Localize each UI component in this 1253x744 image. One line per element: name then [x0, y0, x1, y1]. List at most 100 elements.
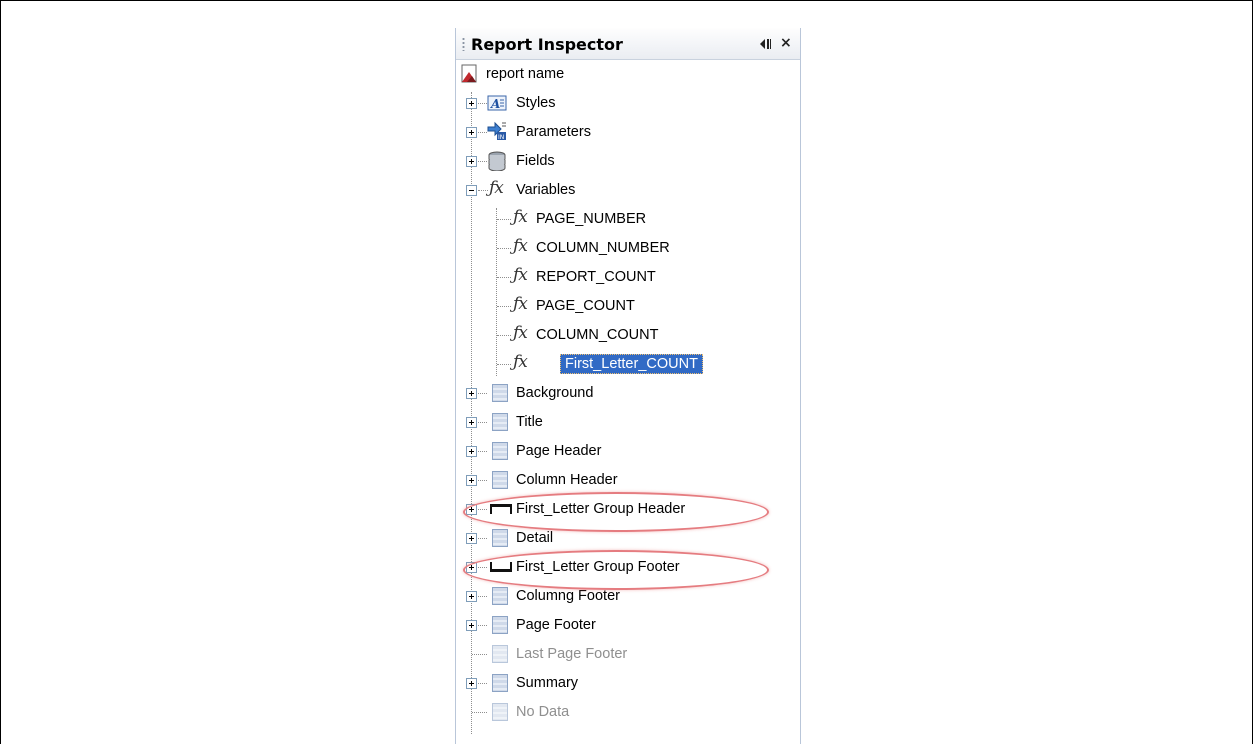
tree-line [497, 306, 511, 307]
tree-item-label: Variables [516, 182, 576, 198]
variable-item[interactable]: ƒx COLUMN_COUNT [456, 321, 800, 350]
tree-line [472, 712, 487, 713]
band-icon [492, 587, 508, 605]
band-icon [492, 442, 508, 460]
expand-icon[interactable] [466, 533, 477, 544]
svg-text:A: A [490, 97, 500, 111]
band-icon [492, 471, 508, 489]
variable-item[interactable]: ƒx PAGE_COUNT [456, 292, 800, 321]
tree-line [478, 625, 487, 626]
variable-label-selected: First_Letter_COUNT [560, 354, 703, 374]
band-icon [492, 384, 508, 402]
fx-icon: ƒx [513, 323, 528, 343]
variable-item[interactable]: ƒx PAGE_NUMBER [456, 205, 800, 234]
band-label: Detail [516, 530, 554, 546]
variable-label: PAGE_NUMBER [536, 211, 647, 227]
band-page-header[interactable]: Page Header [456, 437, 800, 466]
report-icon [461, 64, 477, 83]
band-icon [492, 703, 508, 721]
tree-item-label: Styles [516, 95, 556, 111]
tree-line [478, 132, 487, 133]
expand-icon[interactable] [466, 388, 477, 399]
tree-line [497, 335, 511, 336]
expand-icon[interactable] [466, 127, 477, 138]
band-label: Title [516, 414, 543, 430]
band-last-page-footer[interactable]: Last Page Footer [456, 640, 800, 669]
expand-icon[interactable] [466, 475, 477, 486]
tree-item-fields[interactable]: Fields [456, 147, 800, 176]
tree-line [497, 364, 511, 365]
drag-grip-icon[interactable] [462, 37, 465, 51]
band-label: Last Page Footer [516, 646, 628, 662]
tree-item-variables[interactable]: ƒx Variables [456, 176, 800, 205]
band-label: Background [516, 385, 594, 401]
tree-line [497, 219, 511, 220]
close-panel-button[interactable]: × [780, 36, 792, 50]
panel-title: Report Inspector [471, 35, 623, 54]
variable-item[interactable]: ƒx COLUMN_NUMBER [456, 234, 800, 263]
band-label: Column Header [516, 472, 618, 488]
tree-root-report[interactable]: report name [456, 60, 800, 89]
fx-icon: ƒx [513, 294, 528, 314]
band-label: Summary [516, 675, 579, 691]
tree-line [478, 393, 487, 394]
group-header-highlight [463, 492, 769, 532]
band-icon [492, 529, 508, 547]
variable-label: PAGE_COUNT [536, 298, 635, 314]
band-page-footer[interactable]: Page Footer [456, 611, 800, 640]
variable-item[interactable]: ƒx REPORT_COUNT [456, 263, 800, 292]
tree-line [478, 422, 487, 423]
band-icon [492, 645, 508, 663]
expand-icon[interactable] [466, 446, 477, 457]
band-label: Page Header [516, 443, 602, 459]
group-footer-highlight [463, 550, 769, 590]
tree-item-label: Parameters [516, 124, 591, 140]
fx-icon: ƒx [513, 236, 528, 256]
band-label: No Data [516, 704, 570, 720]
expand-icon[interactable] [466, 620, 477, 631]
fx-icon: ƒx [513, 207, 528, 227]
tree-line [497, 248, 511, 249]
tree-line [478, 190, 488, 191]
band-icon [492, 413, 508, 431]
expand-icon[interactable] [466, 417, 477, 428]
band-icon [492, 616, 508, 634]
band-background[interactable]: Background [456, 379, 800, 408]
tree-line [478, 596, 487, 597]
band-label: Page Footer [516, 617, 596, 633]
expand-icon[interactable] [466, 156, 477, 167]
variable-label: REPORT_COUNT [536, 269, 656, 285]
parameters-icon: IN [487, 121, 506, 141]
band-summary[interactable]: Summary [456, 669, 800, 698]
collapse-icon[interactable] [466, 185, 477, 196]
band-title[interactable]: Title [456, 408, 800, 437]
report-inspector-panel: Report Inspector × report name A Styles … [455, 28, 801, 744]
svg-text:IN: IN [498, 134, 504, 141]
tree-item-styles[interactable]: A Styles [456, 89, 800, 118]
panel-titlebar: Report Inspector × [456, 28, 800, 60]
tree-line [478, 683, 487, 684]
tree-item-label: Fields [516, 153, 555, 169]
fx-icon: ƒx [513, 352, 528, 372]
tree-line [478, 161, 487, 162]
band-no-data[interactable]: No Data [456, 698, 800, 727]
band-icon [492, 674, 508, 692]
expand-icon[interactable] [466, 678, 477, 689]
variable-label: COLUMN_NUMBER [536, 240, 670, 256]
minimize-panel-icon[interactable] [758, 37, 772, 51]
tree-line [472, 654, 487, 655]
variable-item-selected[interactable]: ƒx First_Letter_COUNT [456, 350, 800, 379]
tree-line [478, 538, 487, 539]
tree-line [478, 480, 487, 481]
fields-icon [488, 151, 506, 171]
tree-line [478, 103, 487, 104]
band-column-header[interactable]: Column Header [456, 466, 800, 495]
expand-icon[interactable] [466, 98, 477, 109]
tree-line [497, 277, 511, 278]
tree-line [478, 451, 487, 452]
band-label: Columng Footer [516, 588, 620, 604]
tree-root-label: report name [486, 66, 565, 82]
tree-item-parameters[interactable]: IN Parameters [456, 118, 800, 147]
fx-icon: ƒx [489, 178, 504, 198]
expand-icon[interactable] [466, 591, 477, 602]
